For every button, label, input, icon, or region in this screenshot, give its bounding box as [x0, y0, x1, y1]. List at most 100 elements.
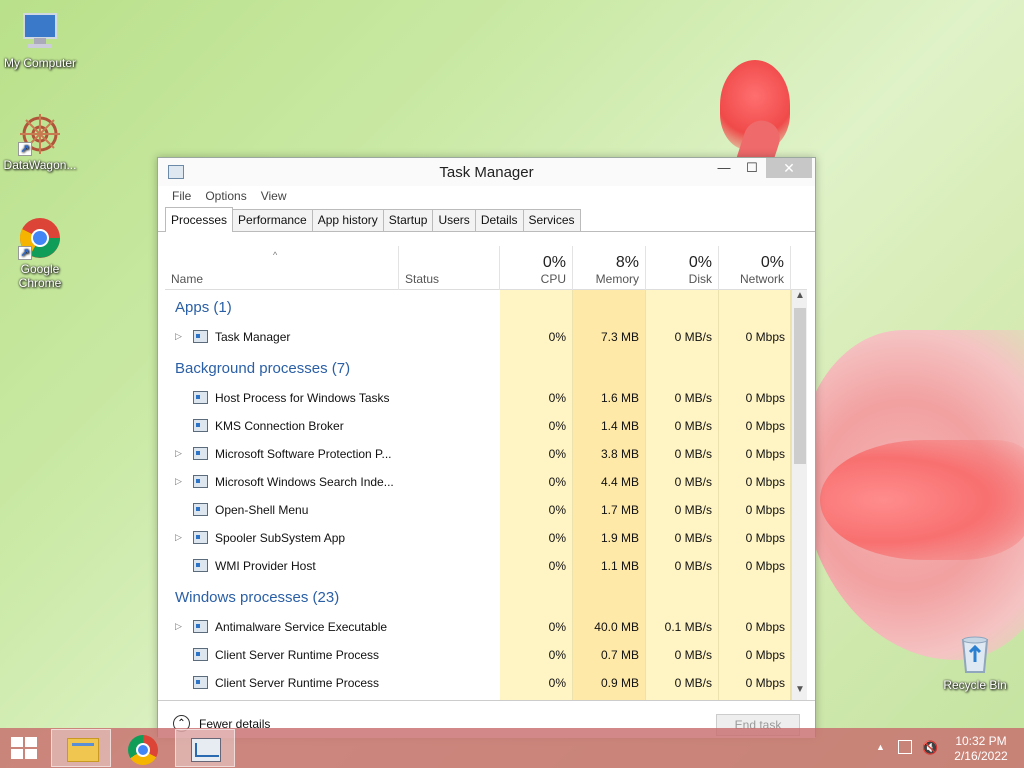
memory-value: 3.8 MB — [600, 447, 639, 461]
cpu-value: 0% — [548, 391, 566, 405]
expand-chevron-icon[interactable]: ▷ — [175, 331, 182, 342]
cpu-value: 0% — [548, 447, 566, 461]
vertical-scrollbar[interactable]: ▲ ▼ — [791, 290, 807, 700]
expand-chevron-icon[interactable]: ▷ — [175, 532, 182, 543]
start-button[interactable] — [0, 728, 48, 768]
cpu-value: 0% — [548, 419, 566, 433]
cpu-value: 0% — [548, 620, 566, 634]
group-header[interactable]: Apps (1) — [165, 290, 791, 323]
column-header-name[interactable]: ^ Name — [165, 246, 399, 290]
maximize-button[interactable]: ☐ — [738, 158, 766, 178]
process-row[interactable]: ▷ Antimalware Service Executable 0% 40.0 MB… — [165, 613, 791, 641]
desktop-icon-google-chrome[interactable]: ↗ Google Chrome — [0, 216, 80, 290]
process-row[interactable]: Host Process for Windows Tasks 0% 1.6 MB 0 … — [165, 384, 791, 412]
process-row[interactable]: Open-Shell Menu 0% 1.7 MB 0 MB/s 0 Mbps — [165, 496, 791, 524]
process-row[interactable]: ▷ Microsoft Software Protection P... 0% 3.8… — [165, 440, 791, 468]
clock-date: 2/16/2022 — [954, 749, 1008, 763]
minimize-button[interactable]: — — [710, 158, 738, 178]
group-header[interactable]: Background processes (7) — [165, 351, 791, 384]
process-icon — [193, 503, 208, 516]
column-header-disk[interactable]: 0% Disk — [646, 246, 719, 290]
taskbar-chrome[interactable] — [113, 729, 173, 767]
tab-services[interactable]: Services — [522, 209, 581, 231]
group-title: Background processes (7) — [175, 360, 351, 377]
process-row[interactable]: ▷ Task Manager 0% 7.3 MB 0 MB/s 0 Mbps — [165, 323, 791, 351]
disk-value: 0 MB/s — [674, 419, 712, 433]
process-row[interactable]: KMS Connection Broker 0% 1.4 MB 0 MB/s 0 Mbp… — [165, 412, 791, 440]
desktop-icon-label: Google Chrome — [18, 262, 62, 290]
tab-strip: Processes Performance App history Startu… — [158, 206, 815, 232]
memory-value: 1.4 MB — [600, 419, 639, 433]
memory-value: 1.7 MB — [600, 503, 639, 517]
group-title: Apps (1) — [175, 299, 232, 316]
desktop-icon-recycle-bin[interactable]: Recycle Bin — [935, 632, 1015, 692]
process-list: Apps (1) ▷ Task Manager 0% 7.3 MB 0 MB/s 0 Mbp… — [165, 290, 791, 697]
desktop-icon-label: My Computer — [3, 56, 77, 70]
column-header-status[interactable]: Status — [399, 246, 500, 290]
cpu-value: 0% — [548, 559, 566, 573]
disk-value: 0 MB/s — [674, 676, 712, 690]
tab-performance[interactable]: Performance — [232, 209, 313, 231]
process-name: Open-Shell Menu — [215, 503, 309, 517]
memory-value: 4.4 MB — [600, 475, 639, 489]
network-icon[interactable] — [898, 740, 912, 754]
disk-value: 0 MB/s — [674, 559, 712, 573]
process-name: WMI Provider Host — [215, 559, 316, 573]
cpu-value: 0% — [548, 503, 566, 517]
tab-processes[interactable]: Processes — [165, 207, 234, 232]
close-button[interactable]: ✕ — [766, 158, 812, 178]
desktop-icon-datawagon[interactable]: ↗ DataWagon... — [0, 112, 80, 172]
memory-value: 1.9 MB — [600, 531, 639, 545]
process-name: Host Process for Windows Tasks — [215, 391, 390, 405]
process-row[interactable]: WMI Provider Host 0% 1.1 MB 0 MB/s 0 Mbps — [165, 552, 791, 580]
menu-view[interactable]: View — [261, 189, 287, 203]
menu-options[interactable]: Options — [205, 189, 246, 203]
tab-users[interactable]: Users — [432, 209, 476, 231]
column-header-memory[interactable]: 8% Memory — [573, 246, 646, 290]
process-icon — [193, 330, 208, 343]
taskbar-task-manager[interactable] — [175, 729, 235, 767]
process-table: ^ Name Status 0% CPU 8% Memory 0% Disk 0… — [165, 246, 807, 700]
scroll-up-arrow-icon[interactable]: ▲ — [792, 290, 807, 306]
expand-chevron-icon[interactable]: ▷ — [175, 621, 182, 632]
process-row[interactable]: ▷ Spooler SubSystem App 0% 1.9 MB 0 MB/s 0 Mb… — [165, 524, 791, 552]
disk-value: 0 MB/s — [674, 330, 712, 344]
sort-ascending-icon: ^ — [273, 250, 278, 260]
column-header-network[interactable]: 0% Network — [719, 246, 791, 290]
desktop-icon-my-computer[interactable]: My Computer — [0, 10, 80, 70]
table-header: ^ Name Status 0% CPU 8% Memory 0% Disk 0… — [165, 246, 807, 290]
tab-app-history[interactable]: App history — [311, 209, 384, 231]
network-value: 0 Mbps — [745, 475, 785, 489]
tab-startup[interactable]: Startup — [382, 209, 434, 231]
disk-total: 0% — [688, 254, 712, 271]
tab-details[interactable]: Details — [474, 209, 524, 231]
memory-value: 0.7 MB — [600, 648, 639, 662]
process-name: Microsoft Windows Search Inde... — [215, 475, 394, 489]
process-name: Client Server Runtime Process — [215, 676, 380, 690]
process-icon — [193, 559, 208, 572]
process-name: Client Server Runtime Process — [215, 648, 380, 662]
process-row[interactable]: ▷ Microsoft Windows Search Inde... 0% 4.4 M… — [165, 468, 791, 496]
title-bar[interactable]: Task Manager — ☐ ✕ — [158, 158, 815, 186]
volume-muted-icon[interactable]: 🔇 — [922, 740, 938, 768]
system-clock[interactable]: 10:32 PM 2/16/2022 — [945, 734, 1017, 768]
cpu-total: 0% — [542, 254, 566, 271]
process-row[interactable]: Client Server Runtime Process 0% 0.7 MB 0 M… — [165, 641, 791, 669]
group-header[interactable]: Windows processes (23) — [165, 580, 791, 613]
desktop-icon-label: DataWagon... — [3, 158, 77, 172]
expand-chevron-icon[interactable]: ▷ — [175, 476, 182, 487]
show-hidden-icons-icon[interactable]: ▲ — [876, 742, 885, 768]
network-total: 0% — [760, 254, 784, 271]
disk-value: 0 MB/s — [674, 531, 712, 545]
disk-value: 0 MB/s — [674, 447, 712, 461]
network-value: 0 Mbps — [745, 559, 785, 573]
scroll-thumb[interactable] — [794, 308, 806, 464]
taskbar-file-explorer[interactable] — [51, 729, 111, 767]
disk-value: 0 MB/s — [674, 503, 712, 517]
menu-file[interactable]: File — [172, 189, 191, 203]
process-row[interactable]: Client Server Runtime Process 0% 0.9 MB 0 M… — [165, 669, 791, 697]
column-header-cpu[interactable]: 0% CPU — [500, 246, 573, 290]
expand-chevron-icon[interactable]: ▷ — [175, 448, 182, 459]
scroll-down-arrow-icon[interactable]: ▼ — [792, 684, 807, 700]
clock-time: 10:32 PM — [955, 734, 1007, 748]
